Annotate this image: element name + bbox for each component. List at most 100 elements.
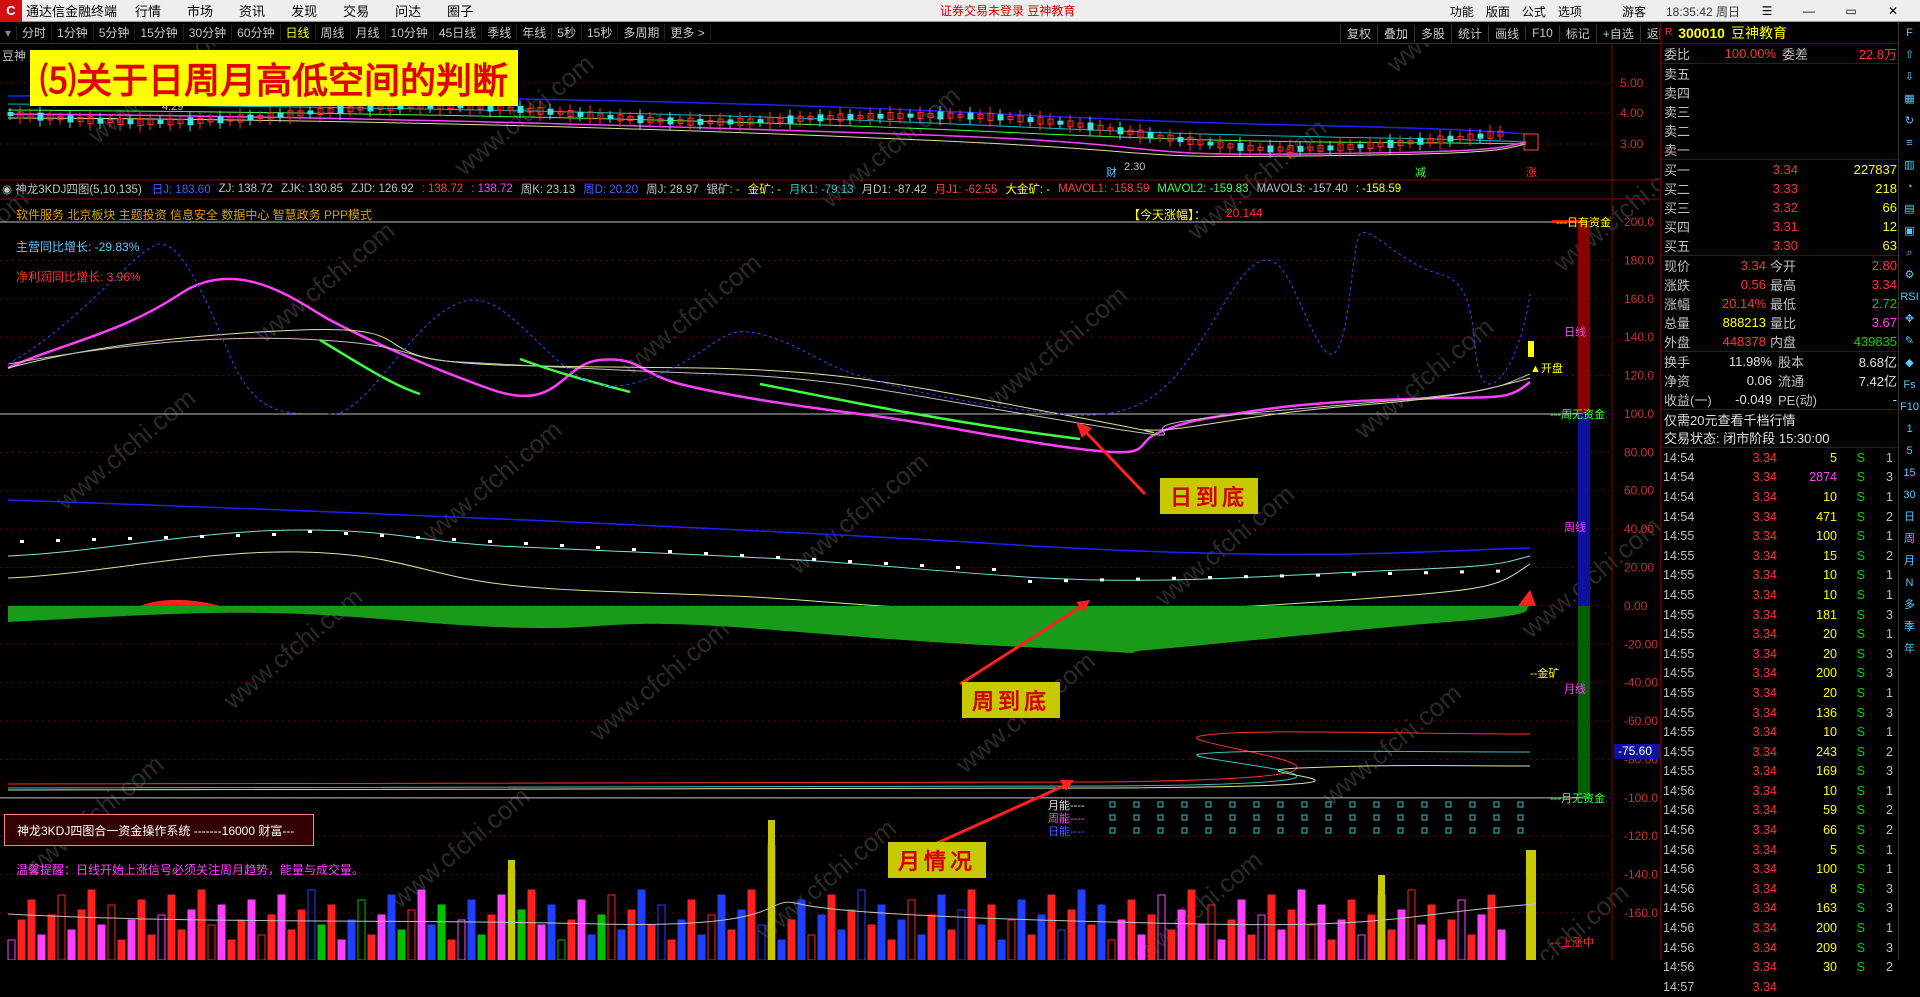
period-tab-11[interactable]: 季线 bbox=[482, 24, 518, 41]
year-icon[interactable]: 年 bbox=[1899, 638, 1920, 660]
sell-row[interactable]: 卖五 bbox=[1661, 64, 1897, 83]
tag-icon[interactable]: ◆ bbox=[1899, 352, 1920, 374]
tick-time: 14:56 bbox=[1663, 842, 1695, 857]
chart-icon[interactable]: ▦ bbox=[1899, 88, 1920, 110]
menu-item-jiaoyi[interactable]: 交易 bbox=[343, 1, 369, 20]
indicator-title[interactable]: ◉ 神龙3KDJ四图(5,10,135) bbox=[2, 181, 142, 197]
maximize-icon[interactable]: ▭ bbox=[1836, 4, 1866, 18]
period-menu-icon[interactable]: ▾ bbox=[0, 25, 18, 40]
f10-icon[interactable]: F10 bbox=[1899, 396, 1920, 418]
period-tab-14[interactable]: 15秒 bbox=[582, 24, 619, 41]
tick-row: 14:55 3.34 200 S 3 bbox=[1661, 664, 1897, 684]
buy-row[interactable]: 买三 3.32 66 bbox=[1661, 198, 1897, 217]
tick-list[interactable]: 14:54 3.34 5 S 1 14:54 3.34 2874 S 3 14:54 3.34 10 S 1… bbox=[1661, 447, 1920, 997]
down-arrow-icon[interactable]: ⇩ bbox=[1899, 66, 1920, 88]
rsi-icon[interactable]: RSI bbox=[1899, 286, 1920, 308]
toolbar-btn-5[interactable]: F10 bbox=[1525, 26, 1559, 40]
menu-banmian[interactable]: 版面 bbox=[1486, 3, 1510, 20]
menu-xuanxiang[interactable]: 选项 bbox=[1558, 3, 1582, 20]
period-tab-2[interactable]: 5分钟 bbox=[94, 24, 136, 41]
buy-row[interactable]: 买四 3.31 12 bbox=[1661, 217, 1897, 236]
period-tab-6[interactable]: 日线 bbox=[281, 24, 316, 41]
grid-icon[interactable]: ▤ bbox=[1899, 198, 1920, 220]
f-icon[interactable]: F bbox=[1899, 22, 1920, 44]
period-tab-7[interactable]: 周线 bbox=[316, 24, 351, 41]
stock-code[interactable]: 300010 bbox=[1678, 25, 1725, 41]
user-label[interactable]: 游客 bbox=[1622, 3, 1646, 20]
sell-row[interactable]: 卖一 bbox=[1661, 140, 1897, 159]
period-tab-13[interactable]: 5秒 bbox=[552, 24, 582, 41]
event-icon-2[interactable]: 涨 bbox=[1526, 166, 1537, 179]
period-tab-12[interactable]: 年线 bbox=[517, 24, 553, 41]
buy-row[interactable]: 买五 3.30 63 bbox=[1661, 236, 1897, 255]
menu-gongneng[interactable]: 功能 bbox=[1450, 3, 1474, 20]
period-tab-1[interactable]: 1分钟 bbox=[52, 24, 94, 41]
menu-item-zixun[interactable]: 资讯 bbox=[239, 1, 265, 20]
menu-item-shichang[interactable]: 市场 bbox=[187, 1, 213, 20]
search-icon[interactable]: ⌕ bbox=[1899, 242, 1920, 264]
tick-volume: 20 bbox=[1823, 627, 1837, 642]
settings-icon[interactable]: ⚙ bbox=[1899, 264, 1920, 286]
stock-name[interactable]: 豆神教育 bbox=[1731, 23, 1787, 43]
period-tab-16[interactable]: 更多 > bbox=[665, 24, 711, 41]
menu-item-faxian[interactable]: 发现 bbox=[291, 1, 317, 20]
quote-stats-2: 换手 11.98% 股本 8.68亿 净资 0.06 流通 7.42亿 收益(一) -0.049 P… bbox=[1661, 351, 1920, 409]
buy-row[interactable]: 买一 3.34 227837 bbox=[1661, 160, 1897, 179]
period-tab-9[interactable]: 10分钟 bbox=[386, 24, 434, 41]
season-icon[interactable]: 季 bbox=[1899, 616, 1920, 638]
promo-text[interactable]: 仅需20元查看千档行情 bbox=[1661, 409, 1920, 428]
sell-row[interactable]: 卖三 bbox=[1661, 102, 1897, 121]
list-icon[interactable]: ≡ bbox=[1899, 132, 1920, 154]
period-tab-3[interactable]: 15分钟 bbox=[135, 24, 184, 41]
pencil-icon[interactable]: ✎ bbox=[1899, 330, 1920, 352]
bar-icon[interactable]: ▥ bbox=[1899, 154, 1920, 176]
period-tab-15[interactable]: 多周期 bbox=[618, 24, 666, 41]
multi-icon[interactable]: 多 bbox=[1899, 594, 1920, 616]
volume-bar bbox=[317, 924, 326, 960]
tick-volume: 5 bbox=[1830, 842, 1837, 857]
move-icon[interactable]: ✥ bbox=[1899, 308, 1920, 330]
period-tab-8[interactable]: 月线 bbox=[351, 24, 386, 41]
30-icon[interactable]: 30 bbox=[1899, 484, 1920, 506]
fs-icon[interactable]: Fs bbox=[1899, 374, 1920, 396]
event-icon-1[interactable]: 减 bbox=[1415, 166, 1426, 179]
menu-item-quanzi[interactable]: 圈子 bbox=[447, 1, 473, 20]
pie-icon[interactable]: ◔ bbox=[1899, 176, 1920, 198]
login-status-text[interactable]: 证券交易未登录 豆神教育 bbox=[940, 2, 1075, 19]
toolbar-btn-4[interactable]: 画线 bbox=[1488, 24, 1525, 42]
tick-price: 3.34 bbox=[1752, 470, 1777, 485]
toolbar-btn-0[interactable]: 复权 bbox=[1340, 24, 1377, 42]
close-icon[interactable]: ✕ bbox=[1878, 4, 1908, 18]
week-icon[interactable]: 周 bbox=[1899, 528, 1920, 550]
volume-bar bbox=[1497, 929, 1506, 960]
period-tab-10[interactable]: 45日线 bbox=[434, 24, 483, 41]
month-icon[interactable]: 月 bbox=[1899, 550, 1920, 572]
5-icon[interactable]: 5 bbox=[1899, 440, 1920, 462]
refresh-icon[interactable]: ↻ bbox=[1899, 110, 1920, 132]
toolbar-btn-6[interactable]: 标记 bbox=[1558, 24, 1596, 42]
menu-icon[interactable]: ☰ bbox=[1752, 4, 1782, 18]
period-tab-5[interactable]: 60分钟 bbox=[232, 24, 281, 41]
toolbar-btn-3[interactable]: 统计 bbox=[1451, 24, 1488, 42]
sell-row[interactable]: 卖四 bbox=[1661, 83, 1897, 102]
sell-row[interactable]: 卖二 bbox=[1661, 121, 1897, 140]
period-tab-4[interactable]: 30分钟 bbox=[184, 24, 233, 41]
15-icon[interactable]: 15 bbox=[1899, 462, 1920, 484]
up-arrow-icon[interactable]: ⇧ bbox=[1899, 44, 1920, 66]
menu-item-wenda[interactable]: 问达 bbox=[395, 1, 421, 20]
menu-item-hangqing[interactable]: 行情 bbox=[135, 1, 161, 20]
calendar-icon[interactable]: ▣ bbox=[1899, 220, 1920, 242]
n-icon[interactable]: N bbox=[1899, 572, 1920, 594]
minimize-icon[interactable]: — bbox=[1794, 4, 1824, 18]
volume-bar bbox=[1277, 929, 1286, 960]
day-icon[interactable]: 日 bbox=[1899, 506, 1920, 528]
toolbar-btn-7[interactable]: +自选 bbox=[1595, 24, 1640, 42]
volume-bar bbox=[817, 914, 826, 960]
1-icon[interactable]: 1 bbox=[1899, 418, 1920, 440]
event-icon-0[interactable]: 财 bbox=[1106, 165, 1117, 179]
toolbar-btn-2[interactable]: 多股 bbox=[1414, 24, 1451, 42]
menu-gongshi[interactable]: 公式 bbox=[1522, 3, 1546, 20]
period-tab-0[interactable]: 分时 bbox=[17, 24, 53, 41]
toolbar-btn-1[interactable]: 叠加 bbox=[1377, 24, 1414, 42]
buy-row[interactable]: 买二 3.33 218 bbox=[1661, 179, 1897, 198]
